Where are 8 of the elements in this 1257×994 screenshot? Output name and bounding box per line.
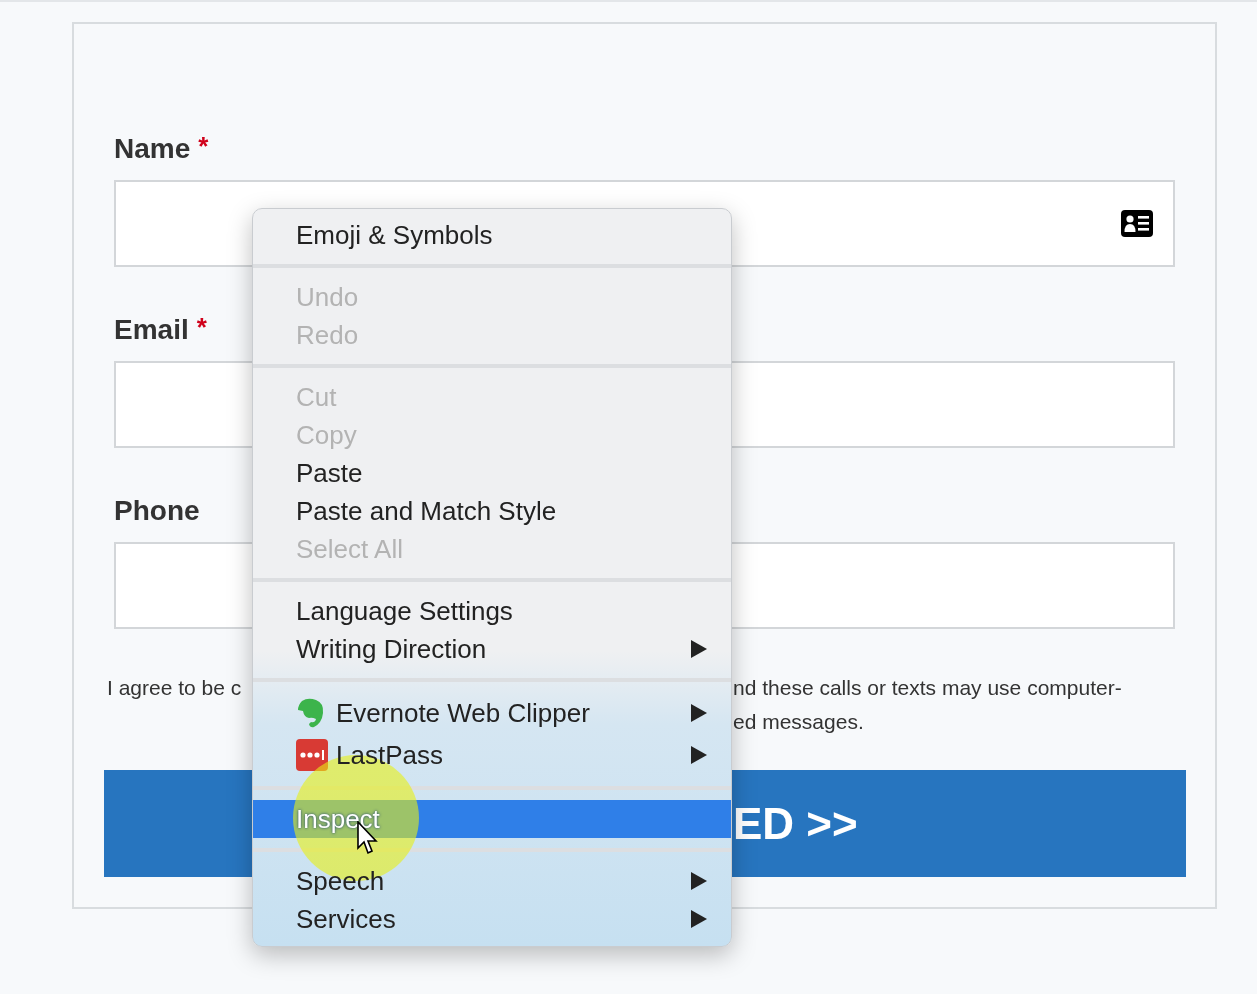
- consent-text: I agree to be c: [107, 675, 243, 701]
- required-mark: *: [196, 312, 207, 343]
- consent-text: nd these calls or texts may use computer-: [733, 675, 1123, 701]
- consent-text: ed messages.: [733, 709, 865, 735]
- field-label: Email: [114, 313, 189, 347]
- field-label: Phone: [114, 494, 200, 528]
- required-mark: *: [198, 131, 209, 162]
- field-label: Name: [114, 132, 191, 166]
